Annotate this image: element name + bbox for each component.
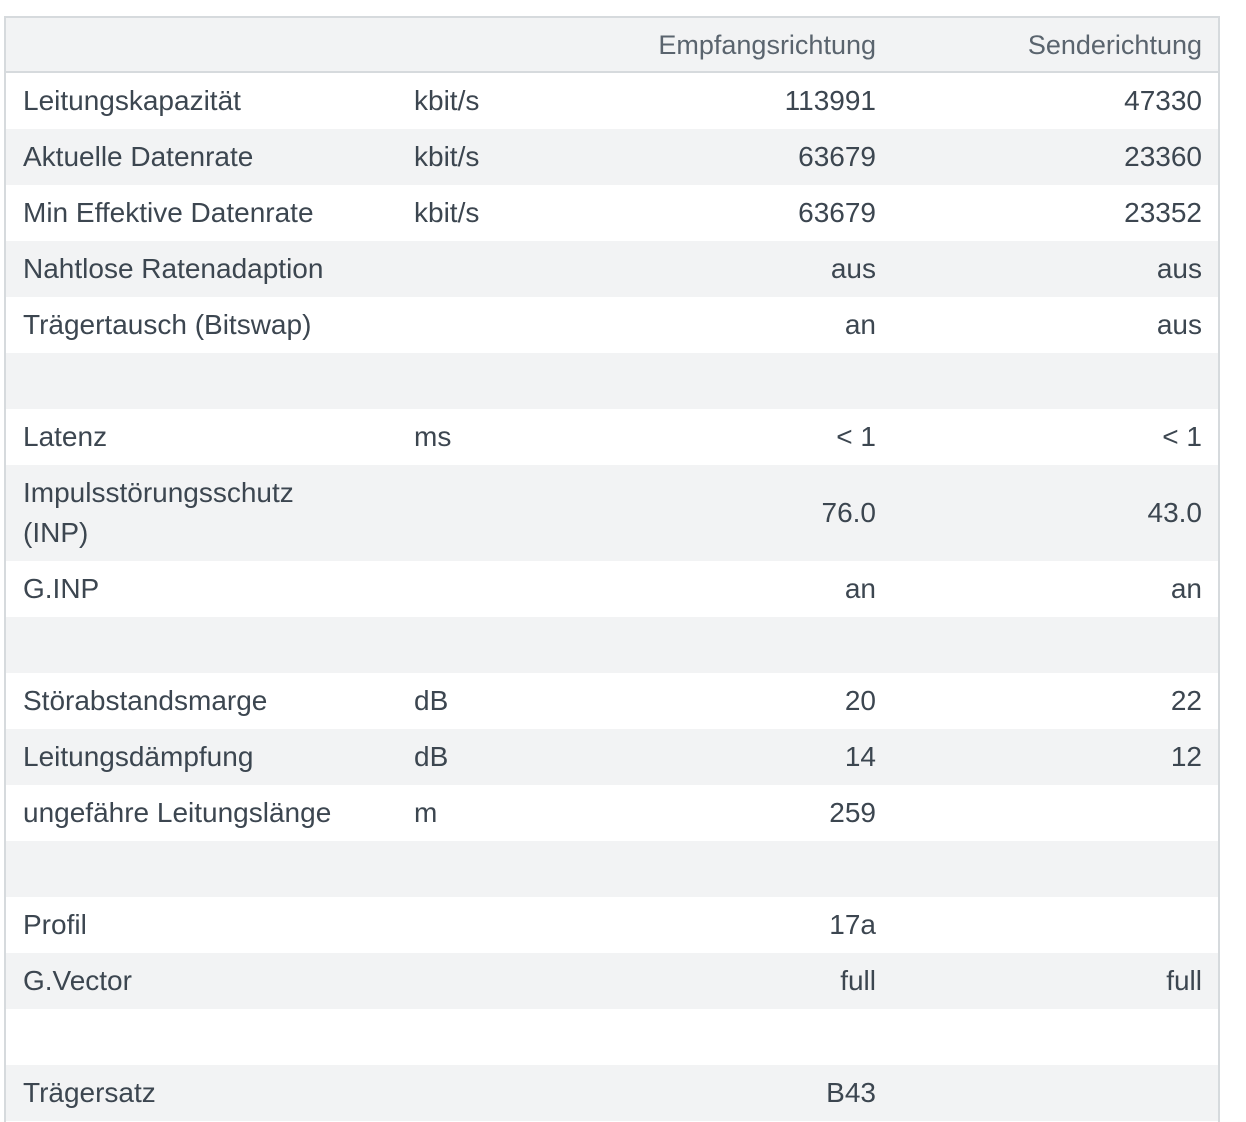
row-downstream-value <box>576 617 876 673</box>
row-unit: dB <box>414 741 449 772</box>
row-upstream-value: 22 <box>1170 685 1202 716</box>
row-unit: kbit/s <box>414 85 480 116</box>
table-row: Aktuelle Datenrate kbit/s 63679 23360 <box>6 129 1218 185</box>
row-upstream-value: 47330 <box>1124 85 1202 116</box>
table-row: Latenz ms < 1 < 1 <box>6 409 1218 465</box>
row-unit <box>414 617 574 673</box>
table-row: G.Vector full full <box>6 953 1218 1009</box>
row-downstream-value: 17a <box>829 909 876 940</box>
table-row: G.INP an an <box>6 561 1218 617</box>
row-label: Aktuelle Datenrate <box>23 141 254 172</box>
row-label <box>23 841 403 897</box>
row-downstream-value: 63679 <box>798 197 876 228</box>
row-label: ungefähre Leitungslänge <box>23 797 332 828</box>
row-unit <box>414 953 574 1009</box>
row-label: Nahtlose Ratenadaption <box>23 253 324 284</box>
table-row: Profil 17a <box>6 897 1218 953</box>
row-label: Latenz <box>23 421 108 452</box>
row-unit <box>414 897 574 953</box>
row-unit <box>414 353 574 409</box>
row-label: Trägertausch (Bitswap) <box>23 309 312 340</box>
row-label: Min Effektive Datenrate <box>23 197 314 228</box>
header-downstream-column: Empfangsrichtung <box>658 29 876 60</box>
row-upstream-value: 23360 <box>1124 141 1202 172</box>
table-row: Trägertausch (Bitswap) an aus <box>6 297 1218 353</box>
dsl-info-table: Empfangsrichtung Senderichtung Leitungsk… <box>4 16 1220 1122</box>
row-upstream-value <box>906 841 1202 897</box>
row-label: G.INP <box>23 573 100 604</box>
row-upstream-value <box>906 1009 1202 1065</box>
row-upstream-value: aus <box>1156 309 1202 340</box>
row-upstream-value: 12 <box>1170 741 1202 772</box>
table-row: ungefähre Leitungslänge m 259 <box>6 785 1218 841</box>
row-upstream-value: aus <box>1156 253 1202 284</box>
row-unit <box>414 241 574 297</box>
row-downstream-value <box>576 1009 876 1065</box>
row-upstream-value <box>906 353 1202 409</box>
row-upstream-value <box>906 785 1202 841</box>
header-unit-column <box>414 18 574 71</box>
row-unit <box>414 465 574 561</box>
table-row: Min Effektive Datenrate kbit/s 63679 233… <box>6 185 1218 241</box>
row-label: G.Vector <box>23 965 132 996</box>
row-downstream-value: 63679 <box>798 141 876 172</box>
row-label: Profil <box>23 909 87 940</box>
row-label: Trägersatz <box>23 1077 156 1108</box>
row-upstream-value: 43.0 <box>1147 497 1203 528</box>
row-downstream-value: aus <box>830 253 876 284</box>
spacer-row <box>6 617 1218 673</box>
spacer-row <box>6 1009 1218 1065</box>
row-downstream-value: an <box>844 573 876 604</box>
spacer-row <box>6 353 1218 409</box>
row-label <box>23 353 403 409</box>
row-label: Leitungsdämpfung <box>23 741 254 772</box>
table-row: Störabstandsmarge dB 20 22 <box>6 673 1218 729</box>
row-upstream-value: full <box>1166 965 1202 996</box>
row-downstream-value: B43 <box>826 1077 876 1108</box>
row-unit <box>414 841 574 897</box>
row-downstream-value: an <box>844 309 876 340</box>
row-downstream-value <box>576 353 876 409</box>
row-unit: dB <box>414 685 449 716</box>
row-unit: kbit/s <box>414 197 480 228</box>
table-row: Impulsstörungsschutz (INP) 76.0 43.0 <box>6 465 1218 561</box>
row-downstream-value: < 1 <box>836 421 876 452</box>
row-upstream-value <box>906 1065 1202 1121</box>
header-upstream-column: Senderichtung <box>1027 29 1202 60</box>
row-label <box>23 1009 403 1065</box>
row-unit <box>414 1009 574 1065</box>
row-unit: m <box>414 797 438 828</box>
row-unit: kbit/s <box>414 141 480 172</box>
row-upstream-value <box>906 897 1202 953</box>
row-unit <box>414 297 574 353</box>
row-downstream-value: 76.0 <box>821 497 877 528</box>
spacer-row <box>6 841 1218 897</box>
row-downstream-value: full <box>840 965 876 996</box>
row-upstream-value <box>906 617 1202 673</box>
header-label-column <box>23 18 403 71</box>
table-row: Trägersatz B43 <box>6 1065 1218 1121</box>
row-upstream-value: an <box>1170 573 1202 604</box>
row-downstream-value: 14 <box>844 741 876 772</box>
row-upstream-value: 23352 <box>1124 197 1202 228</box>
row-label: Störabstandsmarge <box>23 685 268 716</box>
table-row: Leitungsdämpfung dB 14 12 <box>6 729 1218 785</box>
row-downstream-value: 20 <box>844 685 876 716</box>
row-upstream-value: < 1 <box>1162 421 1202 452</box>
row-downstream-value <box>576 841 876 897</box>
table-row: Leitungskapazität kbit/s 113991 47330 <box>6 73 1218 129</box>
row-label: Leitungskapazität <box>23 85 241 116</box>
row-label <box>23 617 403 673</box>
row-unit <box>414 561 574 617</box>
row-downstream-value: 113991 <box>784 85 876 116</box>
row-downstream-value: 259 <box>829 797 876 828</box>
row-unit: ms <box>414 421 452 452</box>
table-row: Nahtlose Ratenadaption aus aus <box>6 241 1218 297</box>
table-header: Empfangsrichtung Senderichtung <box>6 18 1218 73</box>
row-unit <box>414 1065 574 1121</box>
row-label: Impulsstörungsschutz (INP) <box>23 477 294 548</box>
